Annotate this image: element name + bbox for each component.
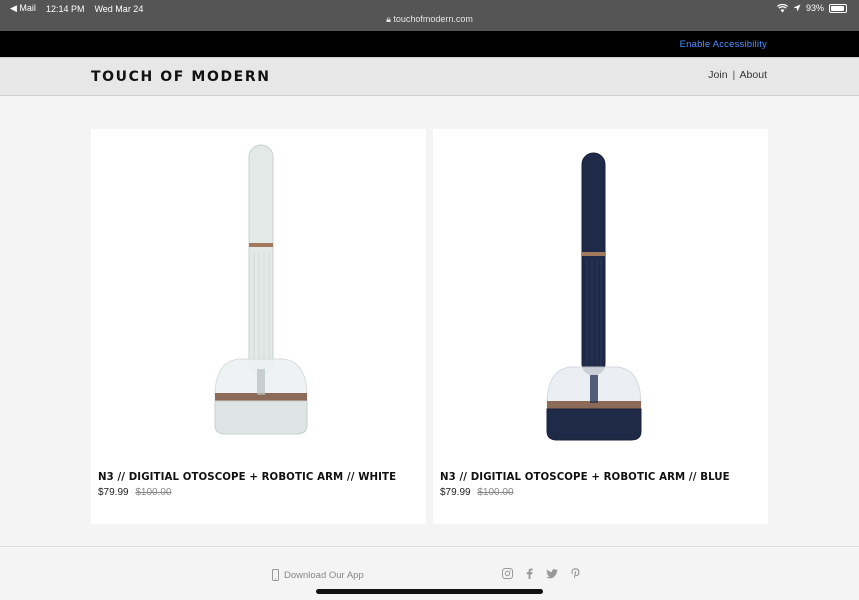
product-image[interactable] (91, 129, 426, 459)
price-row: $79.99 $100.00 (98, 487, 172, 498)
product-card[interactable]: N3 // DIGITIAL OTOSCOPE + ROBOTIC ARM //… (91, 129, 426, 524)
battery-percent: 93% (805, 3, 824, 13)
product-title[interactable]: N3 // DIGITIAL OTOSCOPE + ROBOTIC ARM //… (440, 472, 730, 483)
site-header: TOUCH OF MODERN Join | About (0, 57, 859, 96)
product-title[interactable]: N3 // DIGITIAL OTOSCOPE + ROBOTIC ARM //… (98, 472, 396, 483)
accessibility-bar: Enable Accessibility (0, 31, 859, 57)
download-app-label: Download Our App (284, 569, 364, 581)
header-links: Join | About (708, 69, 767, 81)
status-left: ◀ Mail 12:14 PM Wed Mar 24 (10, 3, 143, 14)
phone-icon (272, 569, 279, 581)
sale-price: $79.99 (98, 487, 129, 498)
header-separator: | (732, 69, 736, 81)
battery-icon (829, 3, 847, 13)
wifi-icon (776, 3, 788, 12)
enable-accessibility-link[interactable]: Enable Accessibility (680, 39, 767, 50)
twitter-icon[interactable] (546, 568, 558, 579)
status-right: 93% (776, 3, 847, 13)
address-bar[interactable]: 🔒︎ touchofmodern.com (0, 14, 859, 25)
original-price: $100.00 (477, 487, 514, 498)
pinterest-icon[interactable] (571, 568, 580, 579)
back-to-app-button[interactable]: ◀ Mail (10, 3, 36, 14)
home-indicator[interactable] (316, 589, 543, 594)
join-link[interactable]: Join (708, 69, 727, 81)
product-card[interactable]: N3 // DIGITIAL OTOSCOPE + ROBOTIC ARM //… (433, 129, 768, 524)
about-link[interactable]: About (740, 69, 767, 81)
sale-price: $79.99 (440, 487, 471, 498)
url-text: touchofmodern.com (393, 14, 473, 24)
instagram-icon[interactable] (502, 568, 513, 579)
original-price: $100.00 (135, 487, 172, 498)
ios-status-bar: ◀ Mail 12:14 PM Wed Mar 24 🔒︎ touchofmod… (0, 0, 859, 31)
back-app-label: Mail (19, 3, 36, 13)
social-links (502, 568, 580, 579)
price-row: $79.99 $100.00 (440, 487, 514, 498)
location-icon (793, 4, 801, 12)
status-time: 12:14 PM (45, 3, 85, 14)
lock-icon: 🔒︎ (386, 14, 391, 24)
site-logo[interactable]: TOUCH OF MODERN (91, 69, 271, 85)
download-app-link[interactable]: Download Our App (272, 569, 364, 581)
product-image[interactable] (433, 129, 768, 459)
status-date: Wed Mar 24 (94, 3, 144, 14)
facebook-icon[interactable] (526, 568, 533, 579)
